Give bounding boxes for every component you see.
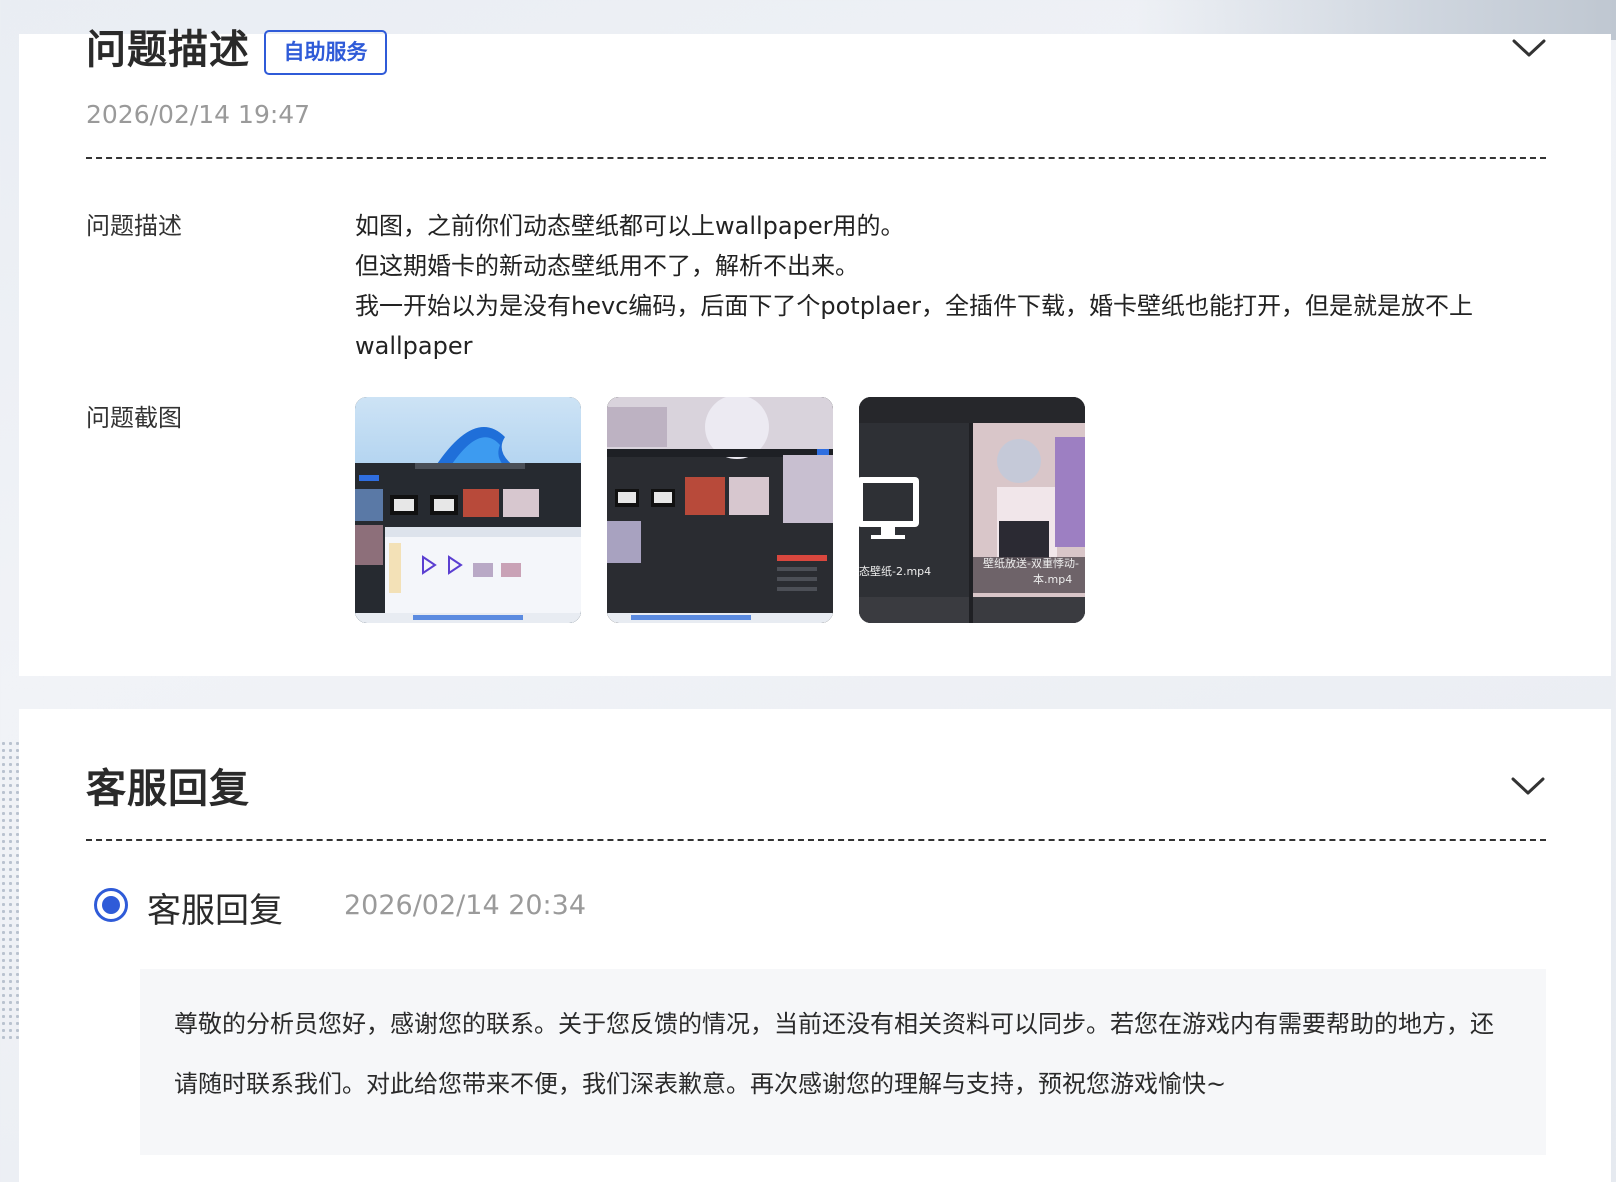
thumbnail-caption-3: 本.mp4 [1033, 573, 1073, 586]
reply-timestamp: 2026/02/14 20:34 [344, 890, 587, 921]
thumbnail-caption-1: 态壁纸-2.mp4 [859, 565, 932, 578]
reply-section-title: 客服回复 [86, 766, 250, 812]
description-text: 如图，之前你们动态壁纸都可以上wallpaper用的。 但这期婚卡的新动态壁纸用… [355, 206, 1545, 366]
screenshot-image [859, 397, 1085, 623]
description-line: 如图，之前你们动态壁纸都可以上wallpaper用的。 [355, 212, 905, 240]
reply-card: 客服回复 客服回复 2026/02/14 20:34 尊敬的分析员您好，感谢您的… [19, 709, 1611, 1182]
description-label: 问题描述 [86, 212, 182, 240]
screenshot-image [355, 397, 581, 623]
radio-selected-icon [94, 888, 128, 922]
issue-title: 问题描述 [86, 27, 250, 73]
screenshot-thumbnail-3[interactable]: 态壁纸-2.mp4 壁纸放送-双重悸动- 本.mp4 [859, 397, 1085, 623]
description-line: 但这期婚卡的新动态壁纸用不了，解析不出来。 [355, 252, 859, 280]
screenshot-image [607, 397, 833, 623]
screenshot-thumbnail-2[interactable] [607, 397, 833, 623]
issue-card: 问题描述 自助服务 2026/02/14 19:47 问题描述 如图，之前你们动… [19, 27, 1611, 676]
screenshot-thumbnail-1[interactable] [355, 397, 581, 623]
screenshot-label: 问题截图 [86, 404, 182, 432]
thumbnail-caption-2: 壁纸放送-双重悸动- [983, 557, 1079, 570]
issue-header: 问题描述 自助服务 [86, 27, 1546, 86]
reply-message-box: 尊敬的分析员您好，感谢您的联系。关于您反馈的情况，当前还没有相关资料可以同步。若… [140, 969, 1546, 1155]
divider [86, 157, 1546, 159]
description-line: 我一开始以为是没有hevc编码，后面下了个potplaer，全插件下载，婚卡壁纸… [355, 292, 1473, 360]
chevron-down-icon[interactable] [1511, 776, 1545, 796]
self-service-badge[interactable]: 自助服务 [264, 30, 387, 75]
background-dots [0, 740, 20, 1040]
reply-message: 尊敬的分析员您好，感谢您的联系。关于您反馈的情况，当前还没有相关资料可以同步。若… [174, 1010, 1494, 1098]
divider [86, 839, 1546, 841]
reply-author: 客服回复 [147, 891, 283, 931]
chevron-down-icon[interactable] [1512, 38, 1546, 58]
issue-timestamp: 2026/02/14 19:47 [86, 100, 311, 129]
